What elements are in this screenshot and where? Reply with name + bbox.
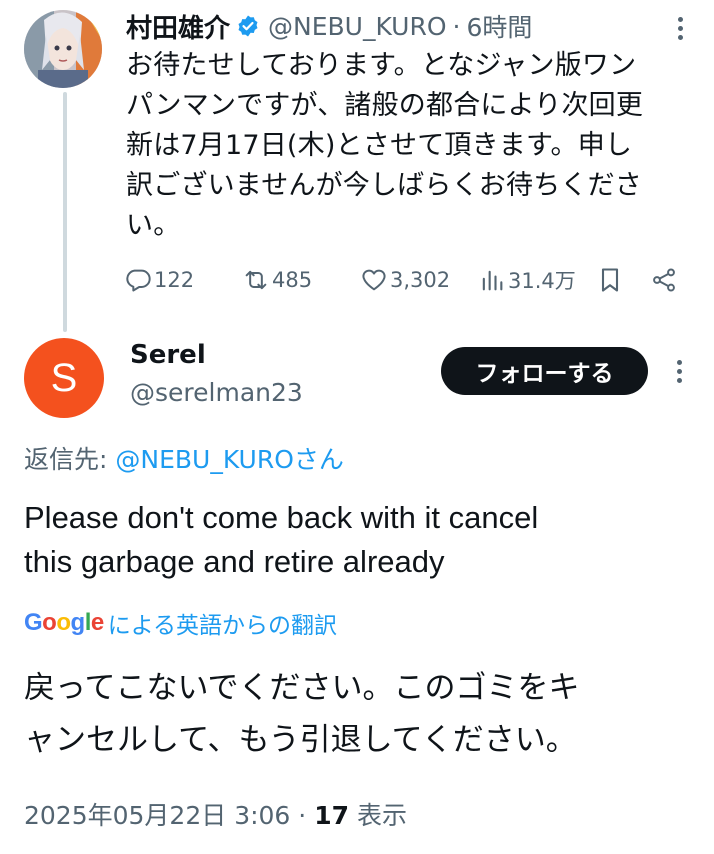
reply-to-suffix[interactable]: さん: [294, 445, 344, 474]
handle[interactable]: @NEBU_KURO: [268, 12, 447, 41]
more-icon[interactable]: [664, 356, 694, 386]
tweet-meta: 2025年05月22日 3:06 · 17 表示: [24, 796, 407, 832]
reply-count: 122: [154, 268, 195, 292]
tweet-text: お待たせしております。となジャン版ワン パンマンですが、諸般の都合により次回更 …: [126, 46, 701, 246]
retweet-count: 485: [272, 268, 313, 292]
tweet-text-line: パンマンですが、諸般の都合により次回更: [126, 90, 644, 121]
reply-text: Please don't come back with it cancel th…: [24, 496, 684, 584]
share-button[interactable]: [650, 262, 678, 298]
reply-to-handle-link[interactable]: @NEBU_KURO: [115, 445, 294, 474]
meta-separator: ·: [290, 801, 315, 830]
avatar-letter: S: [50, 355, 78, 400]
google-logo: Google: [24, 609, 104, 636]
translated-text-line: 戻ってこないでください。このゴミをキ: [24, 670, 580, 706]
avatar[interactable]: S: [24, 338, 104, 418]
reply-button[interactable]: 122: [124, 262, 194, 298]
translation-link[interactable]: による英語からの翻訳: [108, 606, 337, 640]
display-name[interactable]: 村田雄介: [126, 8, 230, 45]
share-icon: [653, 268, 675, 292]
view-count: 17: [314, 801, 349, 830]
bookmark-button[interactable]: [596, 262, 624, 298]
translation-attribution: Google による英語からの翻訳: [24, 606, 337, 640]
retweet-icon: [245, 270, 267, 290]
views-icon: [482, 270, 503, 291]
tweet-text-line: い。: [126, 210, 181, 241]
thread-line: [63, 92, 67, 332]
separator: ·: [452, 11, 461, 41]
timestamp[interactable]: 2025年05月22日 3:06: [24, 801, 290, 830]
reply-text-line: Please don't come back with it cancel: [24, 500, 539, 535]
view-count: 31.4万: [508, 269, 576, 293]
like-button[interactable]: 3,302: [360, 262, 450, 298]
reply-icon: [126, 269, 151, 292]
tweet-text-line: 訳ございませんが今しばらくお待ちくださ: [126, 170, 642, 201]
tweet-text-line: お待たせしております。となジャン版ワン: [126, 50, 637, 81]
reply-to-line: 返信先: @NEBU_KUROさん: [24, 440, 344, 476]
bookmark-icon: [601, 268, 619, 292]
views-button[interactable]: 31.4万: [478, 262, 576, 298]
action-bar: 122 485 3,302 31.4万: [124, 262, 694, 298]
translated-text: 戻ってこないでください。このゴミをキ ャンセルして、もう引退してください。: [24, 662, 694, 766]
reply-to-label: 返信先:: [24, 445, 116, 474]
avatar-illustration-icon: [24, 10, 102, 88]
like-count: 3,302: [390, 268, 451, 292]
avatar[interactable]: [24, 10, 102, 88]
timestamp-relative[interactable]: 6時間: [466, 8, 532, 44]
verified-badge-icon: [236, 14, 260, 38]
display-name[interactable]: Serel: [130, 340, 206, 370]
view-label: 表示: [356, 801, 407, 830]
handle[interactable]: @serelman23: [130, 378, 303, 407]
tweet-text-line: 新は7月17日(木)とさせて頂きます。申し: [126, 130, 633, 161]
more-icon[interactable]: [662, 14, 698, 42]
tweet-header: 村田雄介 @NEBU_KURO · 6時間: [126, 8, 532, 44]
follow-button[interactable]: フォローする: [441, 347, 648, 395]
reply-text-line: this garbage and retire already: [24, 544, 445, 579]
like-icon: [362, 269, 386, 291]
retweet-button[interactable]: 485: [242, 262, 312, 298]
translated-text-line: ャンセルして、もう引退してください。: [24, 722, 577, 758]
